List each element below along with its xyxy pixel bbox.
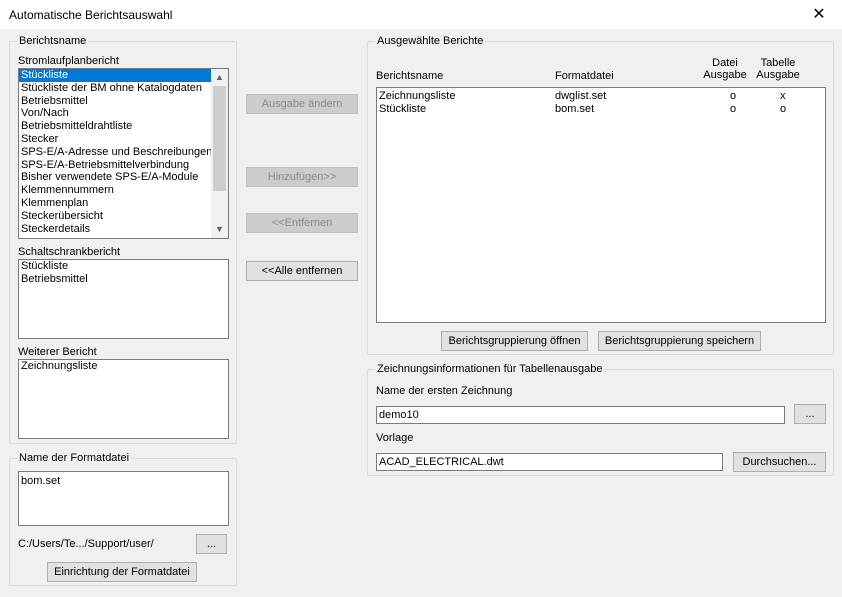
column-header-report-name: Berichtsname — [376, 70, 444, 82]
drawing-info-group-label: Zeichnungsinformationen für Tabellenausg… — [375, 363, 605, 375]
list-item[interactable]: Betriebsmittel — [19, 273, 228, 286]
template-input[interactable]: ACAD_ELECTRICAL.dwt — [376, 453, 723, 471]
scroll-down-icon[interactable]: ▼ — [211, 221, 228, 238]
template-browse-button[interactable]: Durchsuchen... — [733, 452, 826, 472]
schematic-report-label: Stromlaufplanbericht — [18, 55, 119, 67]
list-item[interactable]: Betriebsmitteldrahtliste — [19, 120, 211, 133]
add-button[interactable]: Hinzufügen>> — [246, 167, 358, 187]
window-title: Automatische Berichtsauswahl — [9, 8, 173, 22]
other-report-label: Weiterer Bericht — [18, 346, 97, 358]
row-format-file: bom.set — [555, 103, 595, 115]
other-report-list[interactable]: Zeichnungsliste — [18, 359, 229, 439]
column-header-format-file: Formatdatei — [555, 70, 614, 82]
column-header-table-output-line2: Ausgabe — [756, 69, 800, 81]
list-item[interactable]: Stecker — [19, 133, 211, 146]
format-file-path: C:/Users/Te.../Support/user/ — [18, 538, 154, 550]
scroll-thumb[interactable] — [213, 86, 226, 191]
report-name-group-label: Berichtsname — [17, 35, 89, 47]
row-table-output: o — [780, 103, 787, 115]
row-format-file: dwglist.set — [555, 90, 607, 102]
change-output-button[interactable]: Ausgabe ändern — [246, 94, 358, 114]
save-report-group-button[interactable]: Berichtsgruppierung speichern — [598, 331, 761, 351]
list-item[interactable]: Klemmenplan — [19, 197, 211, 210]
schematic-report-list[interactable]: Stückliste Stückliste der BM ohne Katalog… — [18, 68, 229, 239]
column-header-file-output-line1: Datei — [712, 57, 738, 69]
first-drawing-input[interactable]: demo10 — [376, 406, 785, 424]
column-header-file-output-line2: Ausgabe — [703, 69, 747, 81]
first-drawing-label: Name der ersten Zeichnung — [376, 385, 513, 397]
remove-all-button[interactable]: <<Alle entfernen — [246, 261, 358, 281]
list-item[interactable]: Betriebsmittel — [19, 95, 211, 108]
column-header-table-output: Tabelle Ausgabe — [752, 57, 804, 81]
open-report-group-button[interactable]: Berichtsgruppierung öffnen — [441, 331, 588, 351]
selected-reports-group-label: Ausgewählte Berichte — [375, 35, 486, 47]
list-item[interactable]: bom.set — [19, 475, 228, 488]
list-item[interactable]: Von/Nach — [19, 107, 211, 120]
close-icon[interactable]: ✕ — [796, 0, 842, 30]
selected-reports-list[interactable]: Zeichnungsliste dwglist.set o x Stücklis… — [376, 87, 826, 323]
row-table-output: x — [780, 90, 786, 102]
row-report-name: Zeichnungsliste — [379, 90, 456, 102]
list-item[interactable]: SPS-E/A-Betriebsmittelverbindung — [19, 159, 211, 172]
list-item[interactable]: Stückliste der BM ohne Katalogdaten — [19, 82, 211, 95]
panel-report-list[interactable]: Stückliste Betriebsmittel — [18, 259, 229, 339]
title-bar: Automatische Berichtsauswahl ✕ — [0, 0, 842, 30]
format-file-list[interactable]: bom.set — [18, 471, 229, 526]
remove-button[interactable]: <<Entfernen — [246, 213, 358, 233]
list-item[interactable]: SPS-E/A-Adresse und Beschreibungen — [19, 146, 212, 159]
format-file-group-label: Name der Formatdatei — [17, 452, 132, 464]
scroll-up-icon[interactable]: ▲ — [211, 69, 228, 86]
list-item[interactable]: Stückliste — [19, 69, 211, 82]
list-item[interactable]: Bisher verwendete SPS-E/A-Module — [19, 171, 211, 184]
list-item[interactable]: Steckerdetails — [19, 223, 211, 236]
row-file-output: o — [730, 90, 737, 102]
row-file-output: o — [730, 103, 737, 115]
table-row[interactable]: Zeichnungsliste dwglist.set o x — [377, 90, 825, 103]
template-label: Vorlage — [376, 432, 414, 444]
list-item[interactable]: Stückliste — [19, 260, 228, 273]
column-header-file-output: Datei Ausgabe — [700, 57, 750, 81]
list-item[interactable]: Zeichnungsliste — [19, 360, 228, 373]
row-report-name: Stückliste — [379, 103, 427, 115]
list-item[interactable]: Klemmennummern — [19, 184, 211, 197]
first-drawing-browse-button[interactable]: ... — [794, 404, 826, 424]
format-file-setup-button[interactable]: Einrichtung der Formatdatei — [47, 562, 197, 582]
list-item[interactable]: Steckerübersicht — [19, 210, 211, 223]
format-file-browse-button[interactable]: ... — [196, 534, 227, 554]
schematic-list-scrollbar[interactable]: ▲ ▼ — [211, 69, 228, 238]
panel-report-label: Schaltschrankbericht — [18, 246, 121, 258]
column-header-table-output-line1: Tabelle — [760, 57, 796, 69]
table-row[interactable]: Stückliste bom.set o o — [377, 103, 825, 116]
